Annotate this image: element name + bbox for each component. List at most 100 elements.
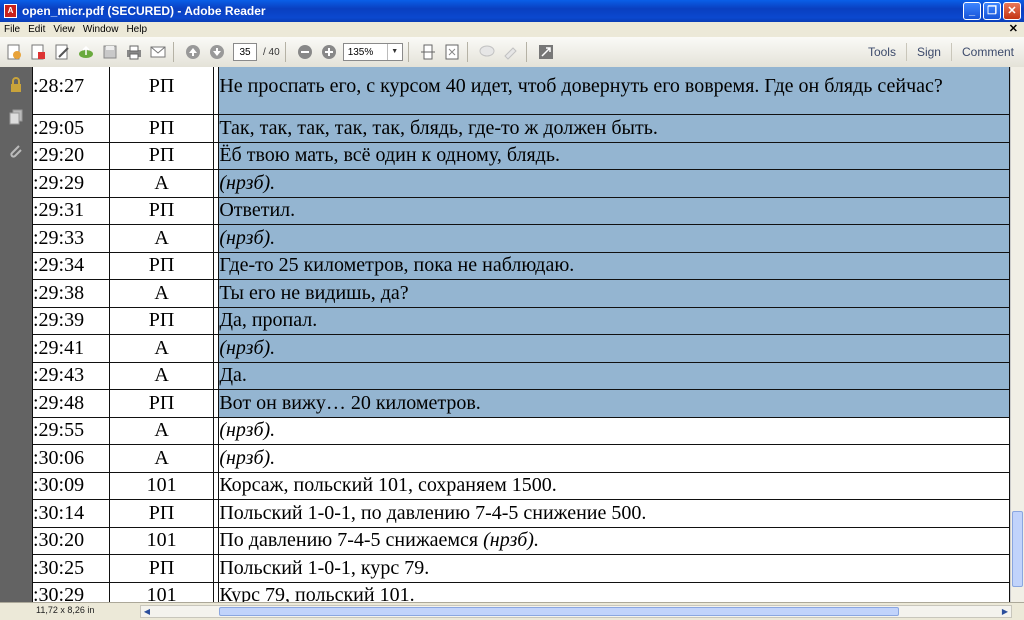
- maximize-button[interactable]: ❐: [983, 2, 1001, 20]
- speaker-cell: РП: [108, 389, 215, 418]
- comment-bubble-icon[interactable]: [477, 42, 497, 62]
- table-row: :29:34 РП Где-то 25 километров, пока не на…: [32, 251, 1010, 280]
- utterance-cell: (нрзб).: [218, 444, 1010, 473]
- utterance-text: Да, пропал.: [219, 309, 318, 332]
- time-cell: :30:25: [32, 554, 110, 583]
- speaker-cell: 101: [108, 581, 215, 602]
- comment-link[interactable]: Comment: [950, 43, 1024, 61]
- zoom-value: 135%: [347, 46, 374, 58]
- time-cell: :30:14: [32, 499, 110, 528]
- utterance-text: Польский 1-0-1, по давлению 7-4-5 снижен…: [219, 501, 647, 524]
- page-number-input[interactable]: 35: [233, 43, 257, 61]
- toolbar-separator: [284, 42, 286, 62]
- next-page-icon[interactable]: [207, 42, 227, 62]
- time-cell: :29:41: [32, 334, 110, 363]
- time-cell: :29:43: [32, 361, 110, 390]
- full-screen-icon[interactable]: [536, 42, 556, 62]
- utterance-cell: По давлению 7-4-5 снижаемся (нрзб).: [218, 526, 1010, 555]
- edit-document-icon[interactable]: [52, 42, 72, 62]
- speaker-cell: РП: [108, 554, 215, 583]
- highlight-icon[interactable]: [501, 42, 521, 62]
- speaker-cell: РП: [108, 306, 215, 335]
- utterance-text: Где-то 25 километров, пока не наблюдаю.: [219, 254, 575, 277]
- tools-link[interactable]: Tools: [858, 43, 906, 61]
- create-pdf-icon[interactable]: [4, 42, 24, 62]
- speaker-cell: А: [108, 361, 215, 390]
- open-file-icon[interactable]: [28, 42, 48, 62]
- time-cell: :29:55: [32, 416, 110, 445]
- zoom-select[interactable]: 135% ▼: [342, 43, 403, 61]
- time-cell: :29:33: [32, 224, 110, 253]
- time-cell: :29:38: [32, 279, 110, 308]
- save-icon[interactable]: [100, 42, 120, 62]
- menu-file[interactable]: File: [4, 24, 20, 35]
- vertical-scrollbar[interactable]: [1010, 67, 1024, 602]
- sign-link[interactable]: Sign: [905, 43, 951, 61]
- speaker-cell: А: [108, 279, 215, 308]
- utterance-cell: Так, так, так, так, так, блядь, где-то ж…: [218, 114, 1010, 143]
- minimize-button[interactable]: _: [963, 2, 981, 20]
- time-cell: :30:09: [32, 471, 110, 500]
- toolbar-separator: [466, 42, 468, 62]
- time-cell: :30:20: [32, 526, 110, 555]
- scrolling-mode-icon[interactable]: [418, 42, 438, 62]
- speaker-cell: РП: [108, 67, 215, 115]
- utterance-text: Польский 1-0-1, курс 79.: [219, 556, 430, 579]
- utterance-cell: Вот он вижу… 20 километров.: [218, 389, 1010, 418]
- time-cell: :29:20: [32, 141, 110, 170]
- menu-help[interactable]: Help: [126, 24, 147, 35]
- email-icon[interactable]: [148, 42, 168, 62]
- toolbar: 35 / 40 135% ▼ Tools Sign Comment: [0, 37, 1024, 68]
- scroll-left-icon[interactable]: ◀: [141, 606, 153, 617]
- speaker-cell: РП: [108, 196, 215, 225]
- utterance-cell: Не проспать его, с курсом 40 идет, чтоб …: [218, 67, 1010, 115]
- utterance-text: (нрзб).: [219, 446, 276, 469]
- toolbar-separator: [173, 42, 174, 62]
- zoom-out-icon[interactable]: [295, 42, 315, 62]
- vertical-scrollbar-thumb[interactable]: [1012, 511, 1023, 587]
- speaker-cell: А: [108, 444, 215, 473]
- fit-page-icon[interactable]: [442, 42, 462, 62]
- previous-page-icon[interactable]: [183, 42, 203, 62]
- time-cell: :29:05: [32, 114, 110, 143]
- page-total: / 40: [263, 46, 280, 58]
- pages-icon[interactable]: [8, 109, 24, 125]
- chevron-down-icon[interactable]: ▼: [386, 44, 402, 60]
- table-row: :29:39 РП Да, пропал.: [32, 306, 1010, 335]
- table-row: :29:33 А (нрзб).: [32, 224, 1010, 253]
- upload-cloud-icon[interactable]: [76, 42, 96, 62]
- utterance-text: По давлению 7-4-5 снижаемся: [219, 529, 484, 552]
- utterance-text: Ответил.: [219, 199, 296, 222]
- scroll-right-icon[interactable]: ▶: [999, 606, 1011, 617]
- horizontal-scrollbar-thumb[interactable]: [219, 607, 899, 616]
- table-row: :29:29 А (нрзб).: [32, 169, 1010, 198]
- table-row: :29:48 РП Вот он вижу… 20 километров.: [32, 389, 1010, 418]
- utterance-cell: Курс 79, польский 101.: [218, 581, 1010, 602]
- page-size-readout: 11,72 x 8,26 in: [36, 605, 95, 615]
- menu-window[interactable]: Window: [83, 24, 119, 35]
- title-bar: A open_micr.pdf (SECURED) - Adobe Reader…: [0, 0, 1024, 22]
- window-title: open_micr.pdf (SECURED) - Adobe Reader: [22, 4, 266, 18]
- speaker-cell: А: [108, 416, 215, 445]
- utterance-text: (нрзб).: [219, 226, 276, 249]
- close-button[interactable]: ✕: [1003, 2, 1021, 20]
- time-cell: :30:06: [32, 444, 110, 473]
- speaker-cell: РП: [108, 251, 215, 280]
- table-row: :30:06 А (нрзб).: [32, 444, 1010, 473]
- print-icon[interactable]: [124, 42, 144, 62]
- close-document-icon[interactable]: ✕: [1009, 22, 1018, 35]
- menu-view[interactable]: View: [53, 24, 75, 35]
- table-row: :28:27 РП Не проспать его, с курсом 40 иде…: [32, 67, 1010, 115]
- table-row: :29:41 А (нрзб).: [32, 334, 1010, 363]
- time-cell: :28:27: [32, 67, 110, 115]
- document-view[interactable]: :28:27 РП Не проспать его, с курсом 40 иде…: [32, 67, 1010, 602]
- utterance-cell: Ты его не видишь, да?: [218, 279, 1010, 308]
- lock-icon[interactable]: [8, 77, 24, 93]
- utterance-text: (нрзб).: [219, 419, 276, 442]
- zoom-in-icon[interactable]: [319, 42, 339, 62]
- horizontal-scrollbar[interactable]: ◀ ▶: [140, 605, 1012, 618]
- attachment-icon[interactable]: [8, 143, 24, 159]
- utterance-text: Курс 79, польский 101.: [219, 584, 415, 602]
- menu-edit[interactable]: Edit: [28, 24, 45, 35]
- utterance-cell: Польский 1-0-1, по давлению 7-4-5 снижен…: [218, 499, 1010, 528]
